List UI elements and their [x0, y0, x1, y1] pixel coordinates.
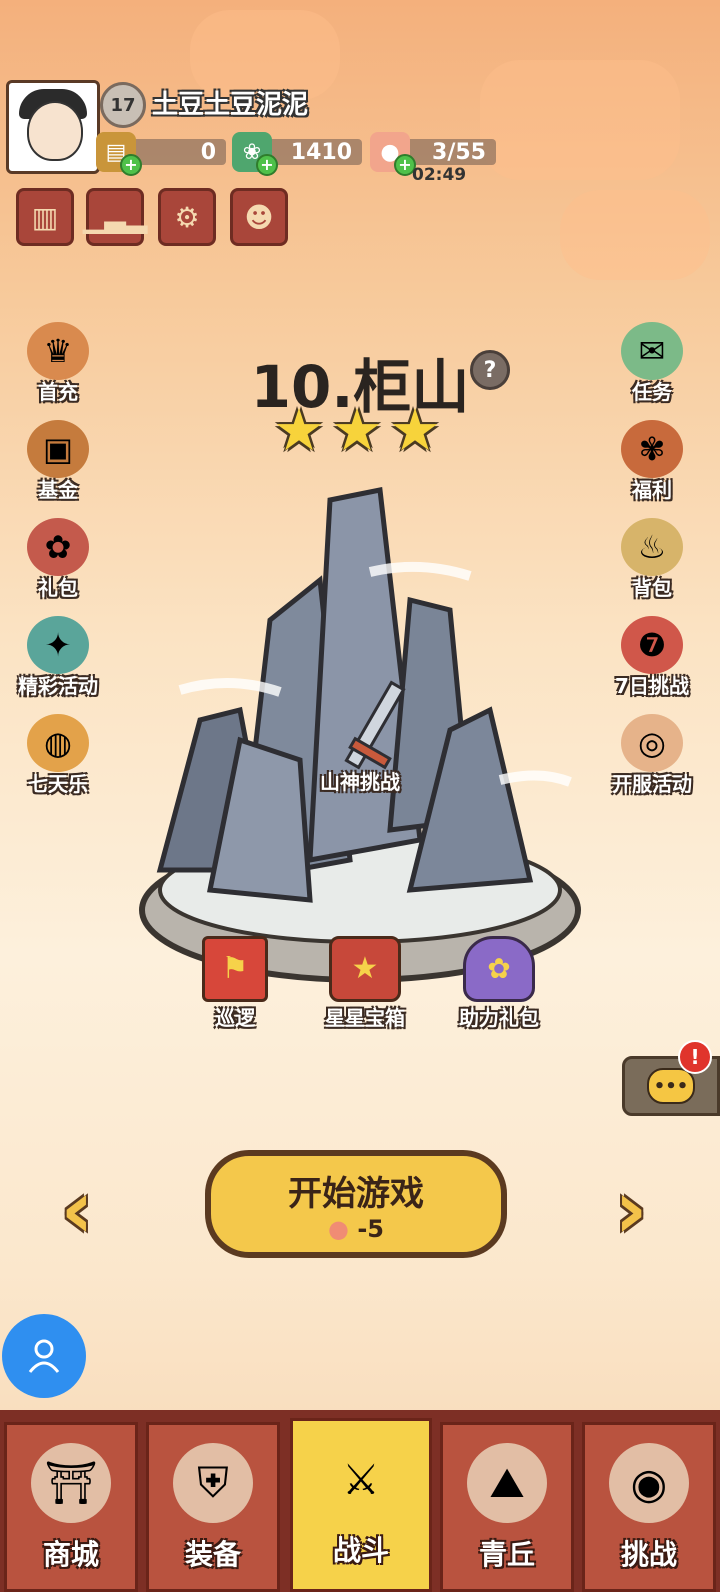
nav-equipment[interactable]: ⛨ 装备 — [146, 1422, 280, 1592]
bag-label: 背包 — [632, 576, 672, 600]
cards-icon: ▥ — [31, 200, 59, 234]
rank-button[interactable]: ▁▃▂ — [83, 188, 147, 246]
jade-icon[interactable]: ❀ + — [232, 132, 278, 176]
nav-qingqiu-label: 青丘 — [478, 1538, 535, 1571]
server-open-label: 开服活动 — [612, 772, 692, 796]
patrol-label: 巡逻 — [215, 1006, 255, 1030]
add-ticket-icon[interactable]: + — [120, 154, 142, 176]
seven-day-icon: ◍ — [27, 714, 89, 772]
nav-battle-label: 战斗 — [332, 1534, 389, 1567]
stamina-value: 3/55 — [432, 139, 486, 165]
patrol-button[interactable]: ⚑ 巡逻 — [185, 936, 285, 1031]
mountain-stage-illustration[interactable] — [120, 480, 600, 1000]
star-chest-icon: ★ — [329, 936, 401, 1002]
stamina-timer: 02:49 — [412, 165, 467, 185]
nav-qingqiu[interactable]: ⛰ 青丘 — [440, 1422, 574, 1592]
settings-button[interactable]: ⚙ — [158, 188, 216, 246]
seven-day-challenge-label: 7日挑战 — [615, 674, 689, 698]
challenge-icon: ◉ — [609, 1443, 689, 1523]
event-label: 精彩活动 — [18, 674, 98, 698]
background-lantern — [480, 60, 680, 180]
ticket-value: 0 — [200, 139, 216, 165]
start-game-button[interactable]: 开始游戏 ● -5 — [205, 1150, 507, 1258]
nav-challenge-label: 挑战 — [620, 1538, 677, 1571]
fund-label: 基金 — [38, 478, 78, 502]
start-cost: ● -5 — [211, 1215, 501, 1243]
help-icon[interactable]: ? — [470, 350, 510, 390]
player-name: 土豆土豆泥泥 — [152, 90, 309, 120]
assist-gift-label: 助力礼包 — [459, 1006, 539, 1030]
qingqiu-icon: ⛰ — [467, 1443, 547, 1523]
boss-challenge-label[interactable]: 山神挑战 — [290, 766, 430, 795]
patrol-flag-icon: ⚑ — [202, 936, 268, 1002]
player-avatar[interactable] — [6, 80, 100, 174]
bottom-navigation: ⛩ 商城 ⛨ 装备 ⚔ 战斗 ⛰ 青丘 ◉ 挑战 — [0, 1410, 720, 1592]
friends-button[interactable]: ☻ — [230, 188, 288, 246]
peach-cost-icon: ● — [328, 1215, 349, 1243]
seven-day-challenge-icon: ❼ — [621, 616, 683, 674]
player-level-badge: 17 — [100, 82, 146, 128]
assist-gift-icon: ✿ — [463, 936, 535, 1002]
nav-challenge[interactable]: ◉ 挑战 — [582, 1422, 716, 1592]
bag-button[interactable]: ♨ 背包 — [604, 518, 700, 600]
chat-icon: ••• — [647, 1068, 695, 1104]
next-stage-arrow[interactable]: › — [606, 1168, 656, 1252]
equipment-icon: ⛨ — [173, 1443, 253, 1523]
add-jade-icon[interactable]: + — [256, 154, 278, 176]
gift-pack-label: 礼包 — [38, 576, 78, 600]
star-chest-label: 星星宝箱 — [325, 1006, 405, 1030]
friends-icon: ☻ — [244, 200, 274, 234]
welfare-label: 福利 — [632, 478, 672, 502]
seven-day-challenge-button[interactable]: ❼ 7日挑战 — [604, 616, 700, 698]
event-icon: ✦ — [27, 616, 89, 674]
ticket-icon[interactable]: ▤ + — [96, 132, 142, 176]
assist-gift-button[interactable]: ✿ 助力礼包 — [444, 936, 554, 1031]
seven-day-label: 七天乐 — [28, 772, 88, 796]
star-chest-button[interactable]: ★ 星星宝箱 — [310, 936, 420, 1031]
user-icon — [28, 1339, 60, 1373]
nav-battle[interactable]: ⚔ 战斗 — [290, 1418, 432, 1592]
background-lantern — [560, 190, 710, 280]
peach-icon[interactable]: ● + — [370, 132, 416, 176]
gift-pack-button[interactable]: ✿ 礼包 — [10, 518, 106, 600]
nav-equipment-label: 装备 — [184, 1538, 241, 1571]
event-button[interactable]: ✦ 精彩活动 — [10, 616, 106, 698]
stage-stars: ★★★ — [273, 396, 447, 464]
avatar-face — [27, 101, 83, 161]
cards-button[interactable]: ▥ — [16, 188, 74, 246]
jade-value: 1410 — [290, 139, 352, 165]
start-cost-value: -5 — [357, 1215, 384, 1243]
battle-icon: ⚔ — [342, 1454, 380, 1504]
chat-alert-icon: ! — [678, 1040, 712, 1074]
server-open-icon: ◎ — [621, 714, 683, 772]
shop-icon: ⛩ — [31, 1443, 111, 1523]
floating-user-button[interactable] — [2, 1314, 86, 1398]
gift-pack-icon: ✿ — [27, 518, 89, 576]
rank-icon: ▁▃▂ — [82, 200, 148, 234]
server-open-button[interactable]: ◎ 开服活动 — [604, 714, 700, 796]
settings-icon: ⚙ — [174, 200, 200, 234]
seven-day-button[interactable]: ◍ 七天乐 — [10, 714, 106, 796]
start-game-label: 开始游戏 — [288, 1174, 424, 1214]
bag-icon: ♨ — [621, 518, 683, 576]
nav-shop[interactable]: ⛩ 商城 — [4, 1422, 138, 1592]
prev-stage-arrow[interactable]: ‹ — [52, 1168, 102, 1252]
nav-shop-label: 商城 — [42, 1538, 99, 1571]
